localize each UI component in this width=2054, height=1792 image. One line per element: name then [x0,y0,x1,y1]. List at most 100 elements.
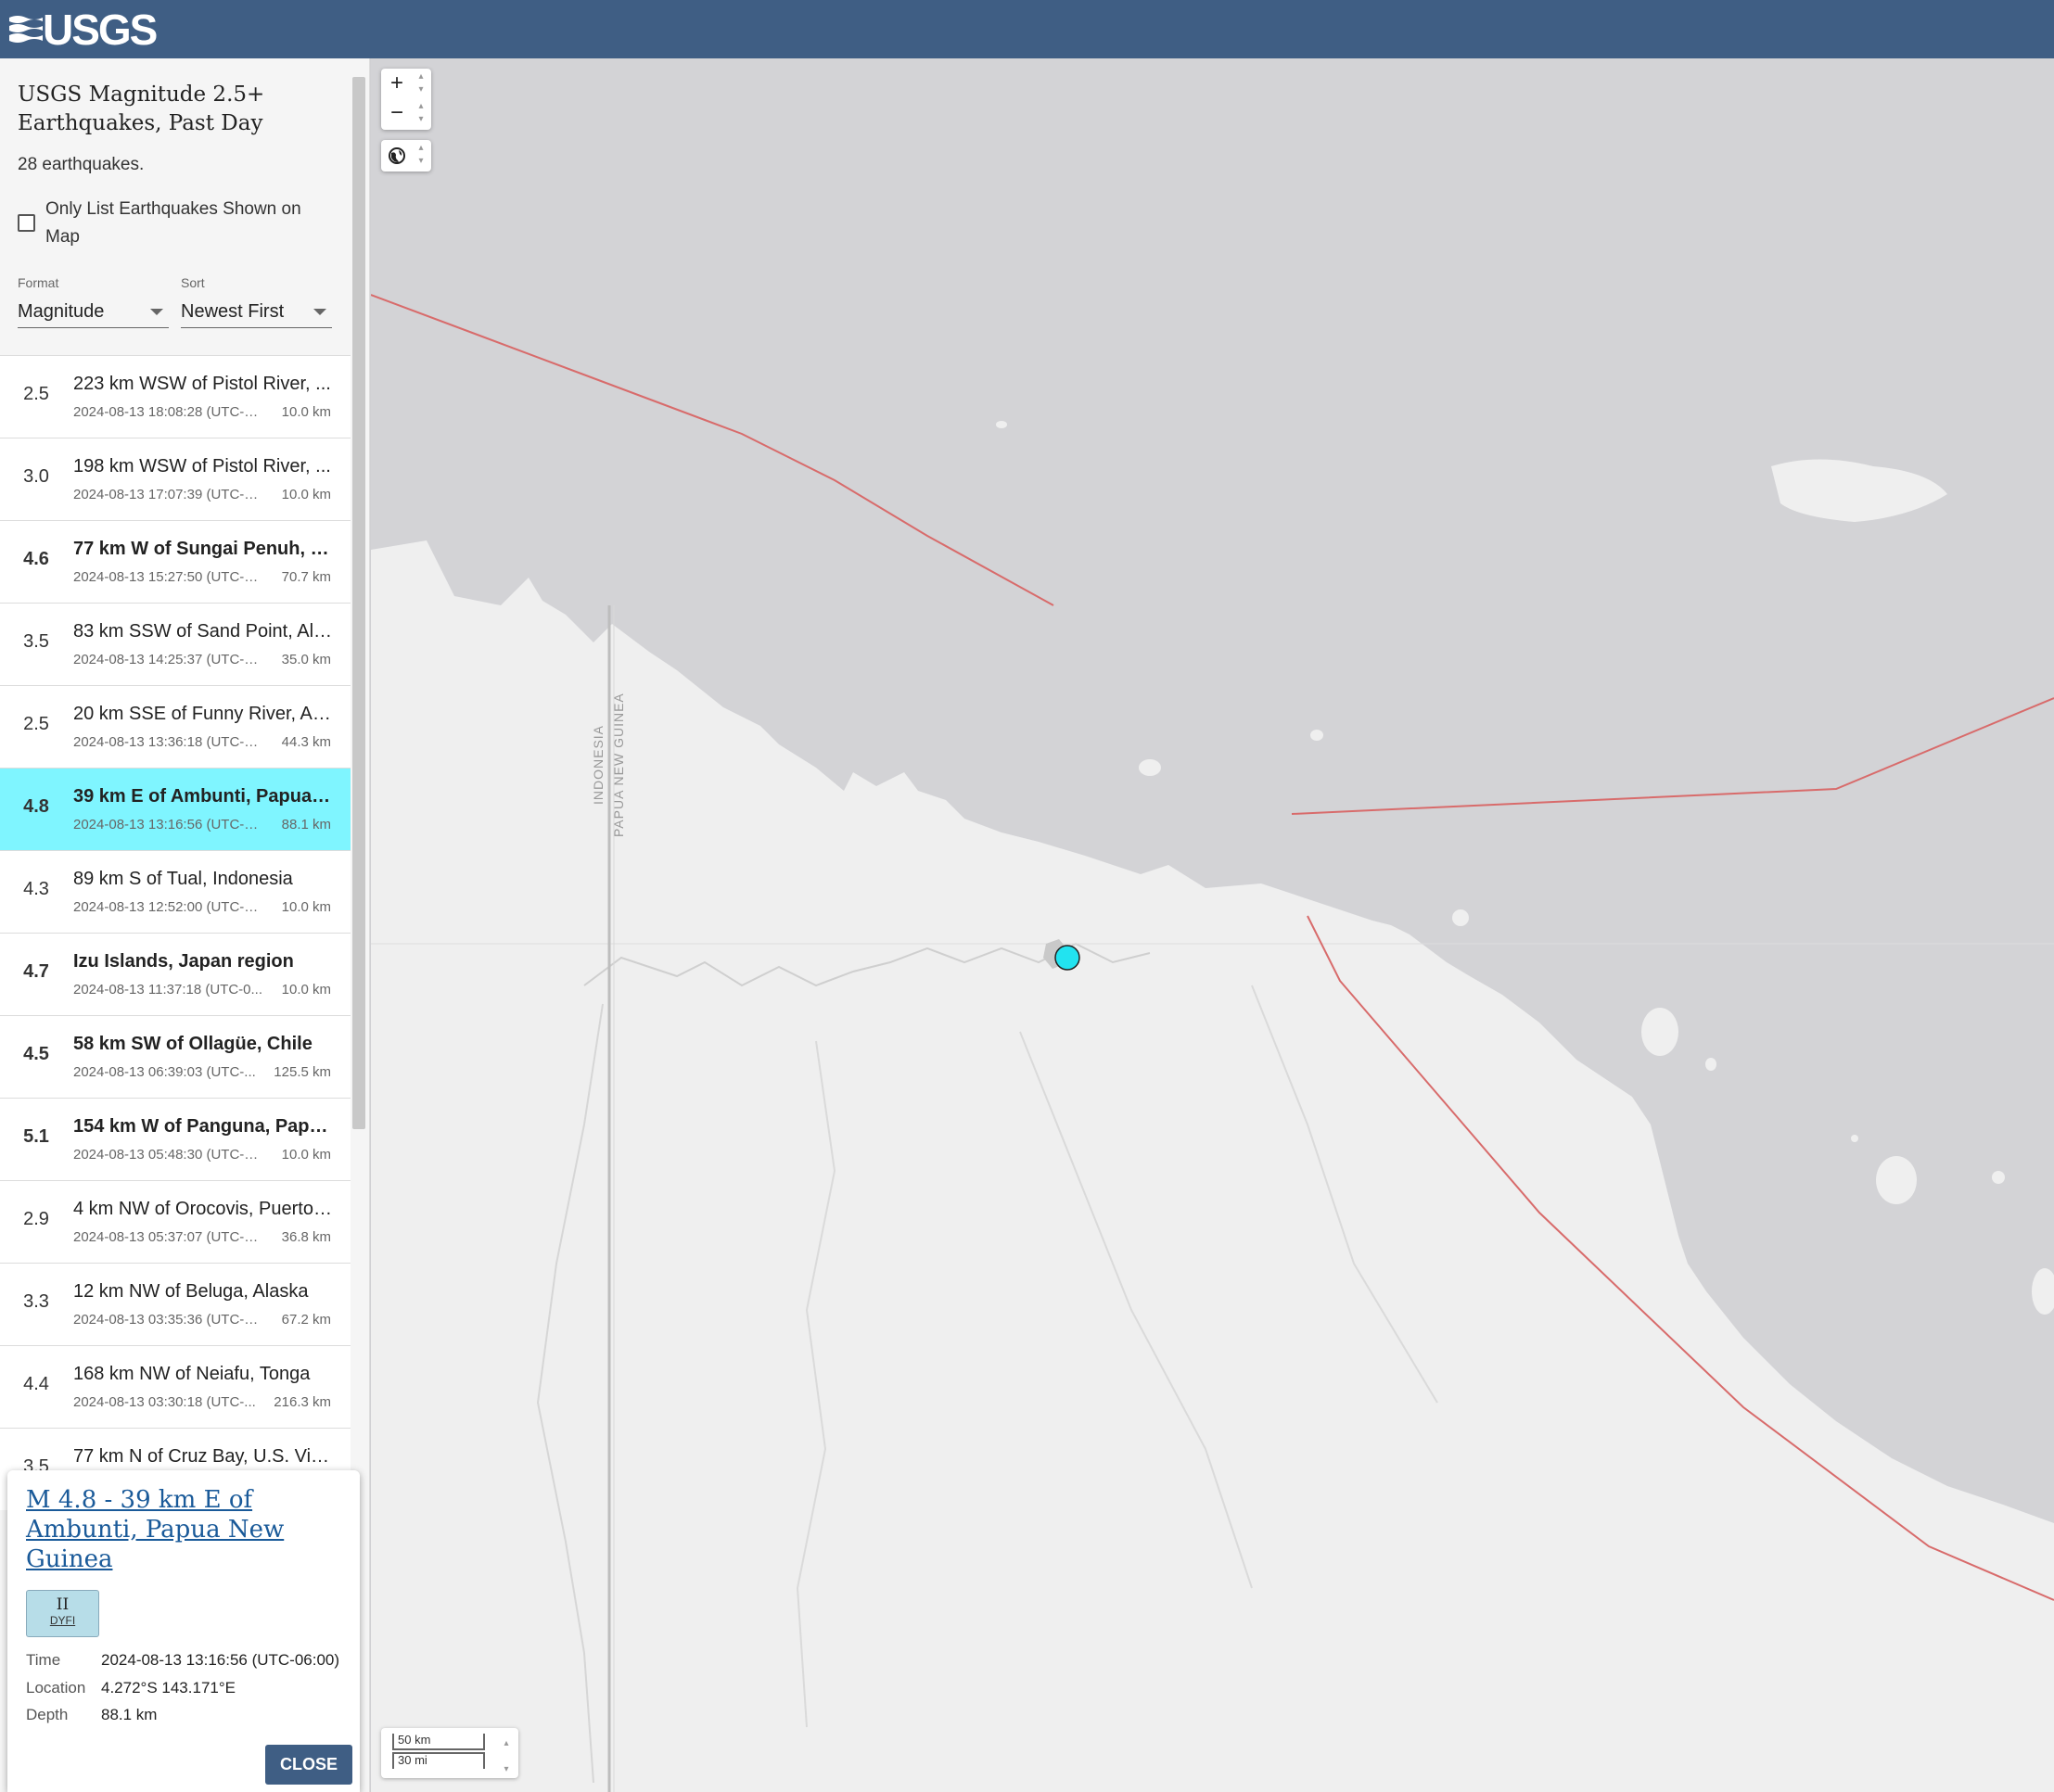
logo-text: USGS [43,6,158,54]
island [1452,909,1469,926]
list-item[interactable]: 3.3 12 km NW of Beluga, Alaska 2024-08-13 … [0,1263,351,1345]
plate-boundary [1291,697,2054,815]
checkbox[interactable] [18,214,35,232]
list-item[interactable]: 4.8 39 km E of Ambunti, Papua N... 2024-08… [0,768,351,850]
list-item[interactable]: 4.4 168 km NW of Neiafu, Tonga 2024-08-13 … [0,1345,351,1428]
earthquake-magnitude: 4.5 [23,1044,49,1064]
list-item[interactable]: 4.7 Izu Islands, Japan region 2024-08-13 1… [0,933,351,1015]
scale-mi: 30 mi [392,1752,485,1769]
earthquake-list: 2.5 223 km WSW of Pistol River, ... 2024-0… [0,355,351,1510]
earthquake-time: 2024-08-13 05:37:07 (UTC-0... [73,1229,263,1245]
sort-select-label: Sort [181,275,205,290]
usgs-wave-icon [9,16,43,43]
close-button[interactable]: CLOSE [265,1745,352,1785]
island [1310,730,1323,741]
list-item[interactable]: 5.1 154 km W of Panguna, Papua... 2024-08-… [0,1098,351,1180]
checkbox-label[interactable]: Only List Earthquakes Shown on Map [45,196,333,251]
chevron-down-icon [313,309,326,315]
earthquake-time: 2024-08-13 17:07:39 (UTC-0... [73,487,263,502]
earthquake-place: 223 km WSW of Pistol River, ... [73,374,331,394]
earthquake-depth: 10.0 km [281,899,331,915]
earthquake-place: 39 km E of Ambunti, Papua N... [73,786,333,807]
popup-location-value: 4.272°S 143.171°E [101,1679,236,1697]
popup-location-row: Location 4.272°S 143.171°E [26,1679,236,1697]
list-item[interactable]: 3.0 198 km WSW of Pistol River, ... 2024-0… [0,438,351,520]
list-item[interactable]: 4.5 58 km SW of Ollagüe, Chile 2024-08-13 … [0,1015,351,1098]
chevron-down-icon [150,309,163,315]
earthquake-magnitude: 3.5 [23,631,49,652]
zoom-control: + − ▴ ▾ ▴ ▾ [381,69,431,130]
earthquake-count: 28 earthquakes. [18,155,145,174]
earthquake-place: 89 km S of Tual, Indonesia [73,869,293,889]
list-item[interactable]: 2.5 20 km SSE of Funny River, Ala... 2024-… [0,685,351,768]
border-label-indonesia: INDONESIA [591,725,606,805]
format-select[interactable]: Format Magnitude [18,275,169,331]
earthquake-magnitude: 4.6 [23,549,49,569]
sidebar-scrollbar[interactable] [352,77,365,1129]
island [1641,1008,1678,1056]
list-item[interactable]: 3.5 83 km SSW of Sand Point, Ala... 2024-0… [0,603,351,685]
island [1992,1171,2005,1184]
earthquake-place: 20 km SSE of Funny River, Ala... [73,704,333,724]
earthquake-time: 2024-08-13 05:48:30 (UTC-0... [73,1147,263,1163]
island [1139,759,1161,776]
list-item[interactable]: 2.9 4 km NW of Orocovis, Puerto ... 2024-0… [0,1180,351,1263]
map-canvas[interactable]: INDONESIA PAPUA NEW GUINEA [371,58,2054,1792]
earthquake-time: 2024-08-13 12:52:00 (UTC-0... [73,899,263,915]
earthquake-place: Izu Islands, Japan region [73,951,294,972]
earthquake-depth: 10.0 km [281,404,331,420]
earthquake-magnitude: 2.5 [23,384,49,404]
earthquake-place: 77 km W of Sungai Penuh, In... [73,539,333,559]
dyfi-intensity: II [56,1595,70,1614]
earthquake-time: 2024-08-13 03:35:36 (UTC-0... [73,1312,263,1328]
earthquake-depth: 216.3 km [274,1394,331,1410]
island [1876,1156,1917,1204]
popup-time-label: Time [26,1651,61,1669]
earthquake-popup: M 4.8 - 39 km E of Ambunti, Papua New Gu… [7,1470,360,1792]
sort-select[interactable]: Sort Newest First [181,275,332,331]
earthquake-time: 2024-08-13 13:36:18 (UTC-0... [73,734,263,750]
island [2032,1268,2054,1315]
earthquake-time: 2024-08-13 11:37:18 (UTC-0... [73,982,263,998]
earthquake-place: 12 km NW of Beluga, Alaska [73,1281,309,1302]
map-scale: 50 km 30 mi ▴ ▾ [381,1728,518,1778]
earthquake-place: 83 km SSW of Sand Point, Ala... [73,621,333,642]
list-item[interactable]: 4.6 77 km W of Sungai Penuh, In... 2024-08… [0,520,351,603]
earthquake-time: 2024-08-13 18:08:28 (UTC-0... [73,404,263,420]
earthquake-time: 2024-08-13 13:16:56 (UTC-0... [73,817,263,832]
format-select-value: Magnitude [18,301,105,322]
map-view[interactable]: INDONESIA PAPUA NEW GUINEA [371,58,2054,1792]
dyfi-badge[interactable]: II DYFI [26,1590,99,1637]
island [1705,1058,1716,1071]
list-item[interactable]: 4.3 89 km S of Tual, Indonesia 2024-08-13 … [0,850,351,933]
sort-select-box[interactable]: Newest First [181,296,332,328]
spinner-arrows-icon: ▴ ▾ [418,101,424,124]
zoom-out-button[interactable]: − [383,100,411,128]
list-item[interactable]: 2.5 223 km WSW of Pistol River, ... 2024-0… [0,355,351,438]
popup-time-value: 2024-08-13 13:16:56 (UTC-06:00) [101,1651,340,1669]
earthquake-place: 77 km N of Cruz Bay, U.S. Virg... [73,1446,333,1467]
format-select-box[interactable]: Magnitude [18,296,169,328]
earthquake-place: 58 km SW of Ollagüe, Chile [73,1034,313,1054]
earthquake-magnitude: 4.8 [23,796,49,817]
spinner-arrows-icon: ▴ ▾ [504,1738,509,1774]
layers-control[interactable]: ▴ ▾ [381,140,431,172]
earthquake-time: 2024-08-13 15:27:50 (UTC-0... [73,569,263,585]
popup-title-link[interactable]: M 4.8 - 39 km E of Ambunti, Papua New Gu… [26,1485,332,1574]
earthquake-magnitude: 4.7 [23,961,49,982]
earthquake-place: 198 km WSW of Pistol River, ... [73,456,331,477]
only-list-shown-checkbox[interactable]: Only List Earthquakes Shown on Map [18,196,333,251]
earthquake-magnitude: 3.3 [23,1291,49,1312]
sort-select-value: Newest First [181,301,285,322]
earthquake-time: 2024-08-13 06:39:03 (UTC-... [73,1064,256,1080]
earthquake-depth: 44.3 km [281,734,331,750]
earthquake-depth: 10.0 km [281,982,331,998]
earthquake-depth: 10.0 km [281,487,331,502]
zoom-in-button[interactable]: + [383,70,411,98]
usgs-logo[interactable]: USGS [9,6,158,54]
earthquake-magnitude: 4.3 [23,879,49,899]
popup-depth-label: Depth [26,1706,69,1723]
earthquake-marker[interactable] [1054,945,1080,971]
earthquake-depth: 88.1 km [281,817,331,832]
earthquake-magnitude: 3.0 [23,466,49,487]
